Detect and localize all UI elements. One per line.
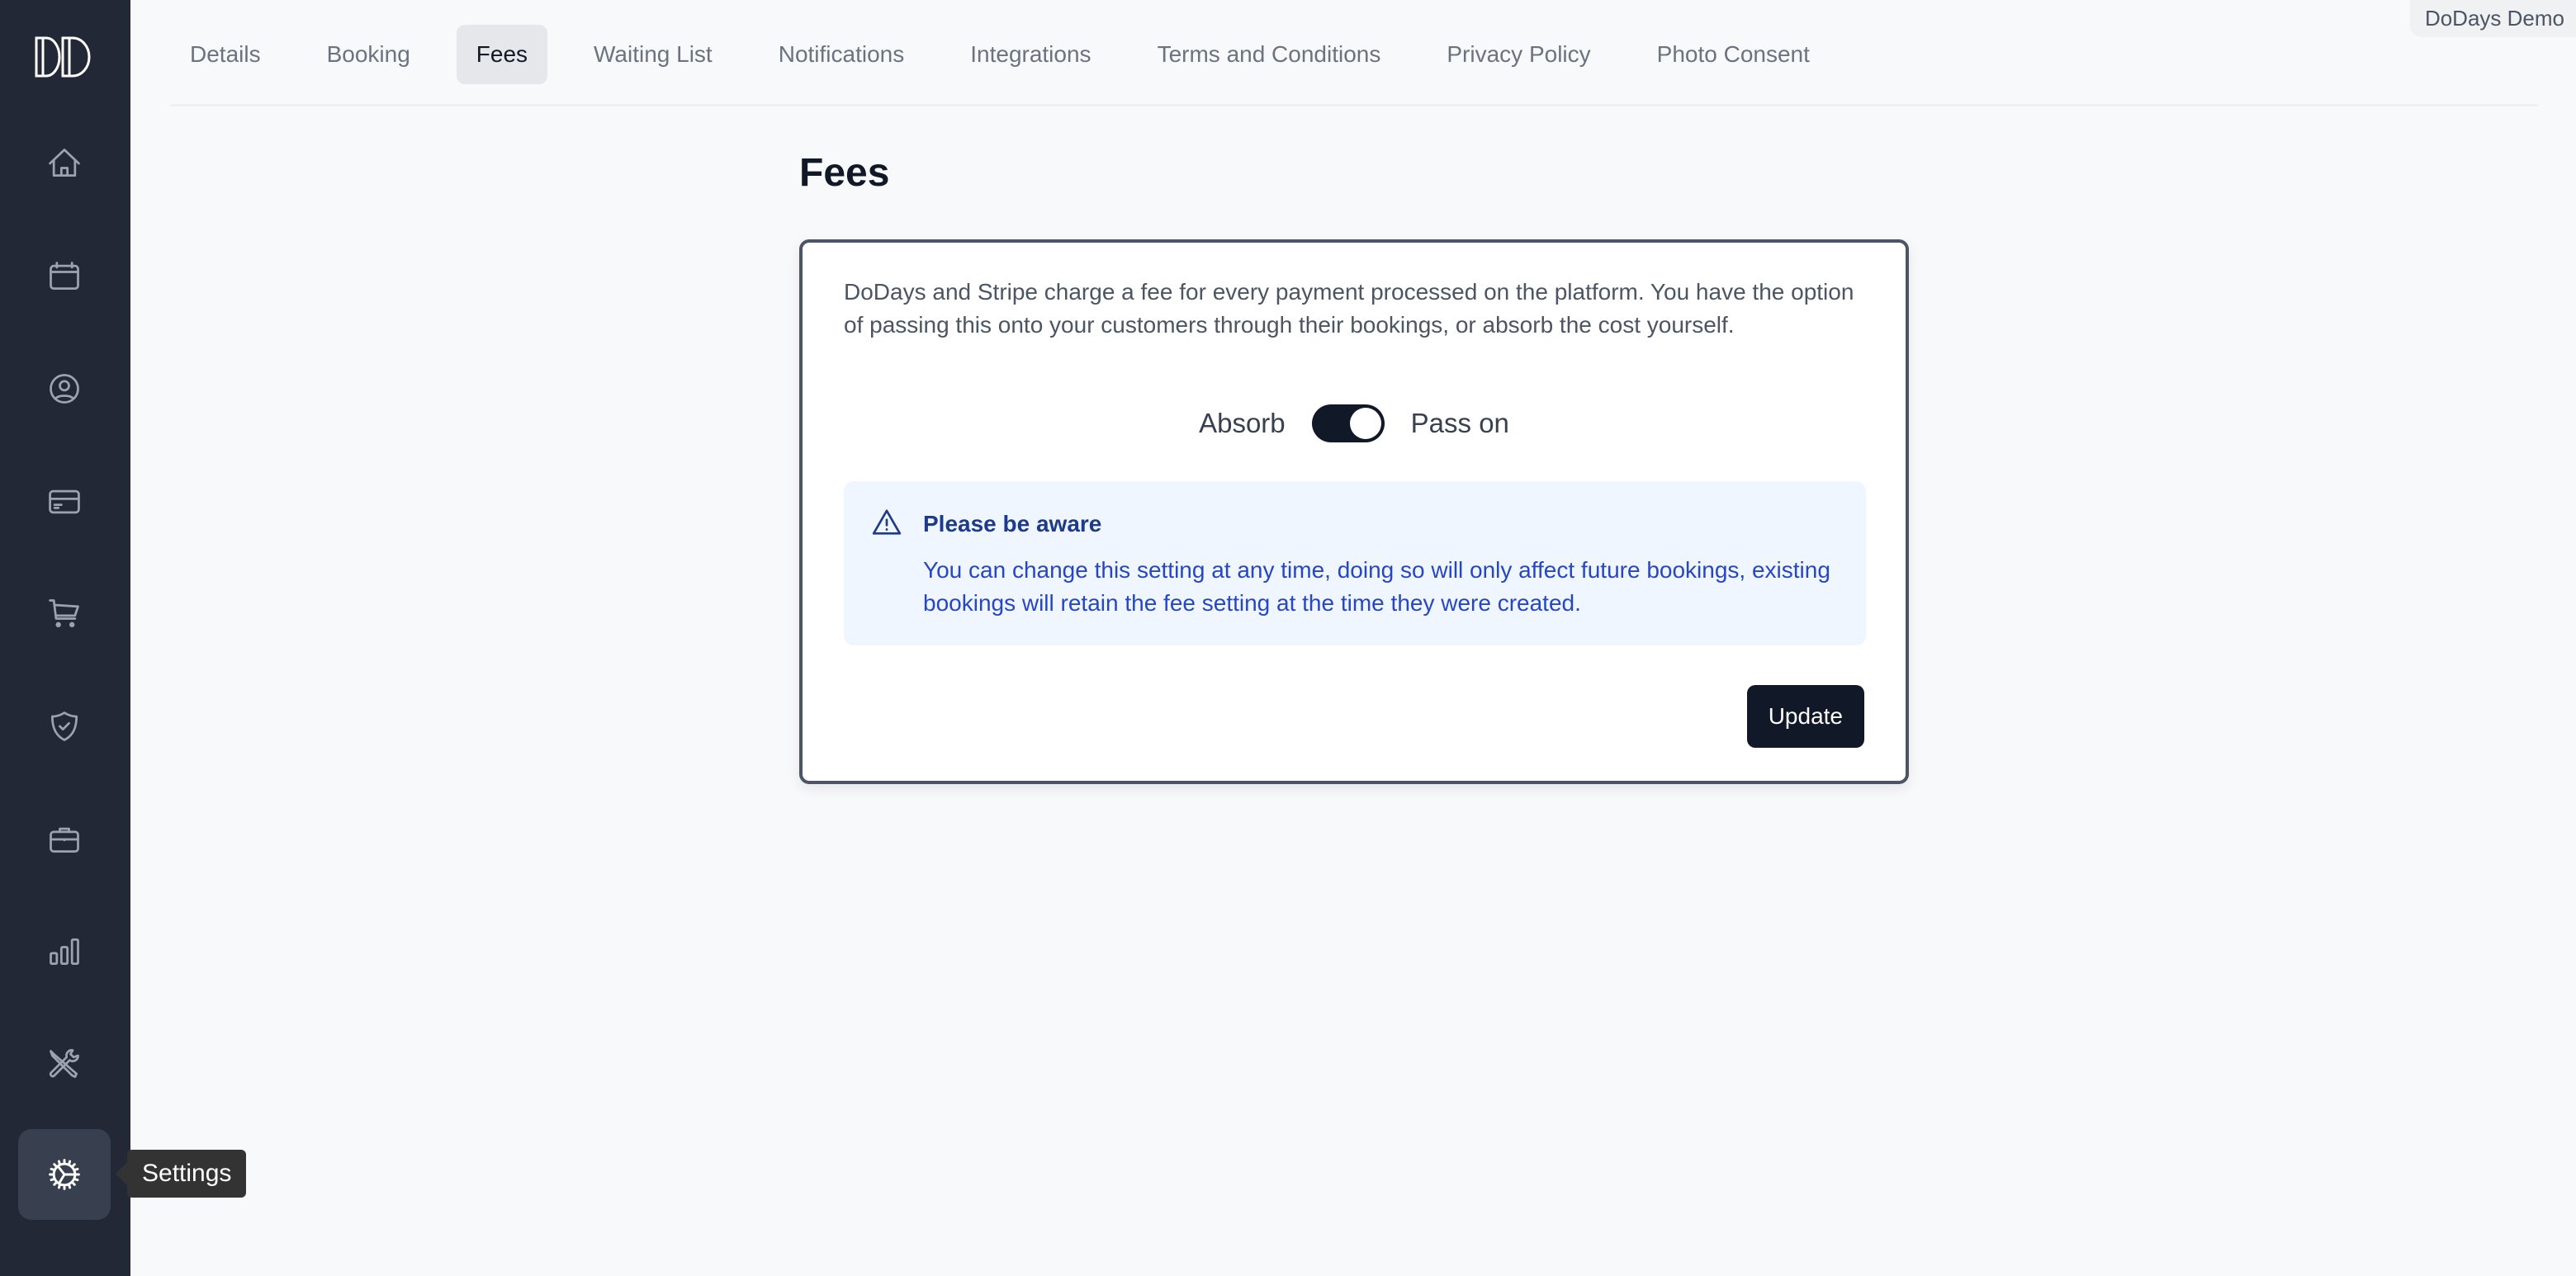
page-title: Fees	[799, 151, 890, 195]
sidebar-item-reports[interactable]	[18, 906, 111, 997]
user-circle-icon	[50, 374, 79, 404]
gear-icon	[49, 1159, 80, 1190]
alert-title: Please be aware	[923, 511, 1102, 536]
account-name-badge[interactable]: DoDays Demo	[2409, 0, 2576, 37]
fee-mode-toggle[interactable]	[1311, 404, 1385, 442]
sidebar-item-home[interactable]	[18, 118, 111, 209]
sidebar-item-settings[interactable]	[18, 1129, 111, 1220]
shield-check-icon	[50, 711, 78, 741]
sidebar-item-security[interactable]	[18, 681, 111, 772]
bar-chart-icon	[50, 938, 79, 966]
cart-icon	[49, 599, 79, 628]
pass-on-label[interactable]: Pass on	[1411, 408, 1509, 439]
sidebar-item-customers[interactable]	[18, 343, 111, 434]
sidebar-item-payments[interactable]	[18, 456, 111, 547]
info-alert: Please be aware You can change this sett…	[844, 481, 1866, 645]
tab-booking[interactable]: Booking	[307, 25, 430, 84]
settings-tooltip: Settings	[115, 1150, 247, 1198]
sidebar-item-calendar[interactable]	[18, 231, 111, 322]
tab-waiting-list[interactable]: Waiting List	[574, 25, 732, 84]
fees-card: DoDays and Stripe charge a fee for every…	[799, 239, 1909, 784]
sidebar	[0, 0, 130, 1276]
credit-card-icon	[49, 489, 80, 514]
tab-notifications[interactable]: Notifications	[759, 25, 925, 84]
tab-details[interactable]: Details	[170, 25, 281, 84]
dodays-logo[interactable]	[35, 36, 92, 78]
sidebar-item-shop[interactable]	[18, 569, 111, 659]
settings-tabs: Details Booking Fees Waiting List Notifi…	[170, 25, 1856, 84]
warning-icon	[872, 509, 902, 535]
alert-body: You can change this setting at any time,…	[923, 557, 1830, 616]
sidebar-item-tools[interactable]	[18, 1019, 111, 1110]
home-icon	[49, 149, 80, 177]
sidebar-item-business[interactable]	[18, 794, 111, 885]
fee-toggle-row: Absorb Pass on	[803, 403, 1906, 444]
tools-icon	[49, 1049, 79, 1079]
absorb-label[interactable]: Absorb	[1199, 408, 1286, 439]
fees-description: DoDays and Stripe charge a fee for every…	[844, 279, 1854, 338]
tab-fees[interactable]: Fees	[456, 25, 548, 84]
update-button[interactable]: Update	[1746, 685, 1864, 748]
briefcase-icon	[50, 827, 79, 853]
toggle-knob	[1349, 408, 1381, 439]
calendar-icon	[50, 262, 79, 291]
tab-photo-consent[interactable]: Photo Consent	[1637, 25, 1830, 84]
tab-privacy-policy[interactable]: Privacy Policy	[1427, 25, 1610, 84]
tab-terms-and-conditions[interactable]: Terms and Conditions	[1138, 25, 1401, 84]
tab-integrations[interactable]: Integrations	[950, 25, 1110, 84]
tabs-divider	[170, 104, 2538, 106]
